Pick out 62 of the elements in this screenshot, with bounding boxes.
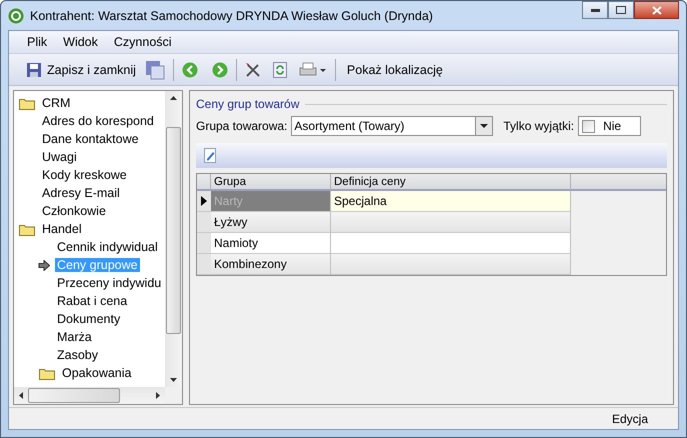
show-location-button[interactable]: Pokaż lokalizację — [344, 60, 446, 78]
menu-item[interactable]: Plik — [21, 33, 54, 51]
vertical-scrollbar[interactable] — [165, 91, 182, 387]
scroll-left-icon[interactable] — [19, 392, 23, 399]
minimize-button[interactable] — [582, 1, 608, 19]
exceptions-checkbox[interactable] — [582, 120, 596, 132]
app-logo-icon — [8, 8, 24, 24]
current-row-icon — [200, 196, 208, 206]
table-cell: Namioty — [211, 233, 331, 254]
save-icon[interactable] — [144, 60, 165, 80]
folder-icon — [39, 366, 55, 380]
table-cell: Specjalna — [331, 191, 571, 212]
tree-item[interactable]: Opakowania — [60, 366, 134, 380]
folder-icon — [19, 222, 35, 236]
scroll-right-icon[interactable] — [156, 392, 160, 399]
close-button[interactable] — [634, 1, 679, 19]
menu-item[interactable]: Widok — [57, 33, 104, 51]
field-label: Tylko wyjątki: — [503, 119, 574, 133]
tree-item[interactable]: Członkowie — [40, 204, 108, 218]
tree-item[interactable]: CRM — [40, 96, 72, 110]
scrollbar-corner — [165, 387, 182, 404]
folder-icon — [19, 96, 35, 110]
tree-item[interactable]: Kody kreskowe — [40, 168, 129, 182]
product-group-dropdown[interactable]: Asortyment (Towary) — [291, 116, 494, 136]
status-text: Edycja — [612, 412, 648, 426]
scroll-up-icon[interactable] — [170, 96, 177, 100]
tree-item[interactable]: Adres do korespond — [40, 114, 156, 128]
maximize-icon — [616, 6, 626, 14]
refresh-icon[interactable] — [272, 62, 287, 78]
horizontal-scrollbar[interactable] — [14, 387, 165, 404]
pointer-arrow-icon — [38, 260, 50, 270]
header-corner — [197, 174, 211, 191]
tree-item[interactable]: Dane kontaktowe — [40, 132, 141, 146]
table-cell: Łyżwy — [211, 212, 331, 233]
field-label: Grupa towarowa: — [196, 119, 288, 133]
tree-item[interactable]: Rabat i cena — [55, 294, 130, 308]
tree-item[interactable]: Handel — [40, 222, 84, 236]
save-close-button[interactable]: Zapisz i zamknij — [23, 60, 139, 80]
tree-item[interactable]: Zasoby — [55, 348, 100, 362]
group-title: Ceny grup towarów — [196, 97, 300, 111]
dropdown-arrow-icon — [480, 124, 488, 128]
tree-item[interactable]: Marża — [55, 330, 94, 344]
tools-icon[interactable] — [244, 62, 261, 78]
edit-icon[interactable] — [204, 148, 216, 163]
minimize-icon — [590, 8, 600, 12]
window-title: Kontrahent: Warsztat Samochodowy DRYNDA Wiesław Goluch (Drynda) — [30, 8, 433, 22]
tree-item[interactable]: Adresy E-mail — [40, 186, 122, 200]
table-cell: Kombinezony — [211, 254, 331, 275]
column-header[interactable]: Grupa — [211, 174, 331, 191]
tree-item[interactable]: Przeceny indywidu — [55, 276, 164, 290]
menu-item[interactable]: Czynności — [108, 33, 178, 51]
tree-item[interactable]: Uwagi — [40, 150, 79, 164]
maximize-button[interactable] — [608, 1, 634, 19]
table-cell: Narty — [211, 191, 331, 212]
column-header[interactable]: Definicja ceny — [331, 174, 571, 191]
tree-item[interactable]: Cennik indywidual — [55, 240, 160, 254]
checkbox-label: Nie — [603, 119, 622, 133]
close-icon — [652, 6, 662, 14]
tree-item[interactable]: Dokumenty — [55, 312, 122, 326]
scroll-down-icon[interactable] — [170, 378, 177, 382]
row-indicator[interactable] — [197, 191, 211, 212]
printer-icon[interactable] — [298, 62, 327, 78]
